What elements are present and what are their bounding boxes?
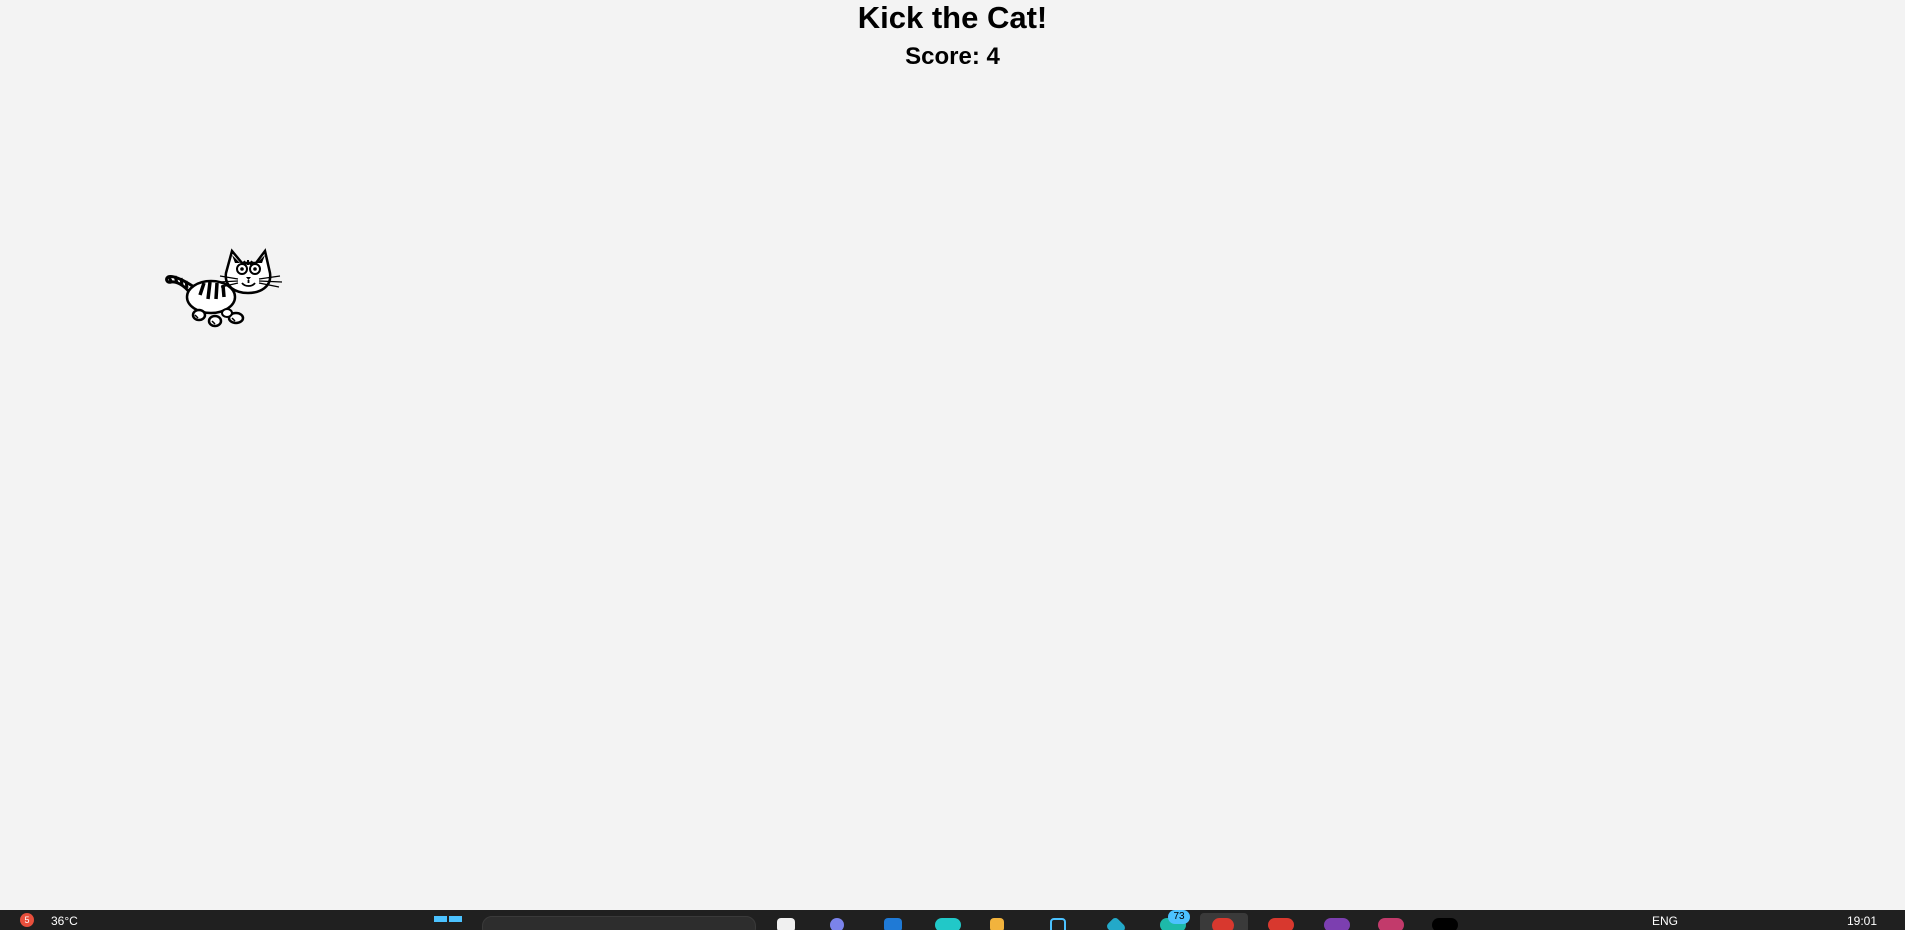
windows-logo-icon-tile xyxy=(449,916,462,922)
windows-logo-icon xyxy=(434,916,447,922)
taskbar-search-box[interactable] xyxy=(482,916,756,930)
taskbar-app-teams-icon[interactable] xyxy=(830,918,844,930)
taskbar-app-chrome-profile-2-icon[interactable] xyxy=(1378,918,1404,930)
score-display: Score: 4 xyxy=(905,43,1000,70)
taskbar-app-file-icon[interactable] xyxy=(777,918,795,930)
taskbar-app-edge-icon[interactable] xyxy=(884,918,902,930)
taskbar-app-chrome-profile-icon[interactable] xyxy=(1324,918,1350,930)
chrome-icon xyxy=(1212,918,1234,930)
game-area: Kick the Cat! Score: 4 xyxy=(0,0,1905,910)
language-indicator[interactable]: ENG xyxy=(1652,914,1678,928)
taskbar-app-vscode-icon[interactable] xyxy=(1105,916,1127,930)
cat-sprite[interactable] xyxy=(164,241,286,333)
notification-badge: 73 xyxy=(1168,910,1190,924)
start-button[interactable] xyxy=(434,916,464,930)
taskbar-app-store-icon[interactable] xyxy=(1050,918,1066,930)
system-clock[interactable]: 19:01 xyxy=(1847,914,1877,928)
cat-icon xyxy=(165,248,283,328)
taskbar-app-browser-icon[interactable] xyxy=(935,918,961,930)
weather-temperature: 36°C xyxy=(51,914,78,928)
taskbar-app-chrome-active-icon[interactable] xyxy=(1200,913,1248,930)
page-title: Kick the Cat! xyxy=(857,0,1048,35)
weather-badge: 5 xyxy=(20,913,34,927)
taskbar-app-messenger-icon[interactable]: 73 xyxy=(1160,910,1190,930)
taskbar-app-dark-icon[interactable] xyxy=(1432,918,1458,930)
taskbar: 5 36°C 73 ENG 19:01 xyxy=(0,910,1905,930)
taskbar-app-chrome-icon[interactable] xyxy=(1268,918,1294,930)
taskbar-app-folder-icon[interactable] xyxy=(990,918,1004,930)
